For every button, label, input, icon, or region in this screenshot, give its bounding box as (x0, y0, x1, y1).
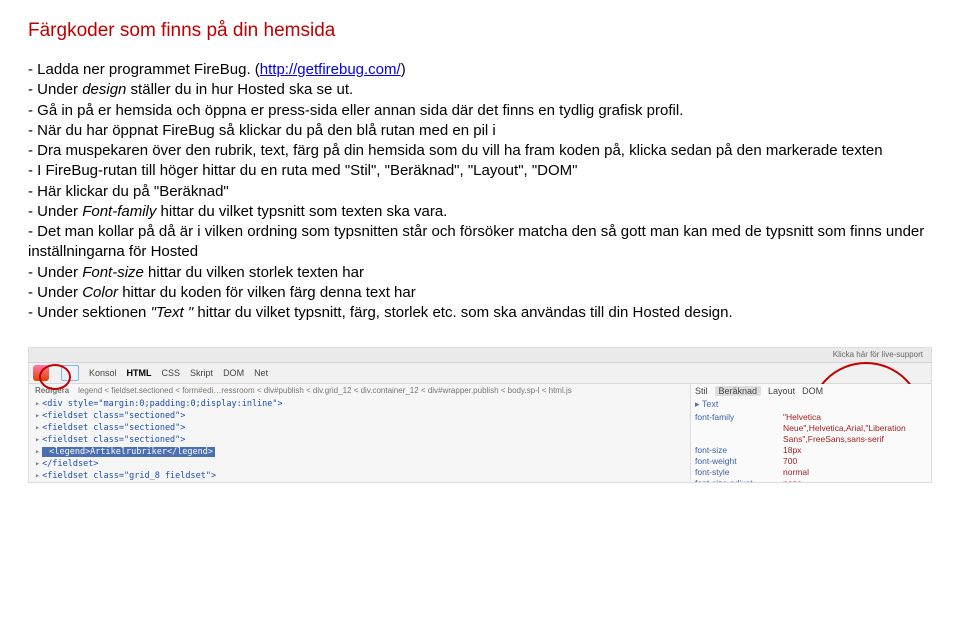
line-8a: - Under (28, 203, 82, 220)
rtab-beraknad[interactable]: Beräknad (715, 386, 762, 396)
line-10a: - Under (28, 264, 82, 281)
style-panel-tabs: Stil Beräknad Layout DOM (695, 386, 927, 396)
rtab-layout[interactable]: Layout (768, 386, 795, 396)
line-9: - Det man kollar på då är i vilken ordni… (28, 223, 924, 260)
tab-net[interactable]: Net (254, 368, 268, 378)
line-12-italic: "Text " (151, 304, 194, 321)
tab-html[interactable]: HTML (127, 368, 152, 378)
css-property-value: 18px (783, 445, 927, 456)
css-property-row: font-size-adjustnone (695, 478, 927, 483)
line-11b: hittar du koden för vilken färg denna te… (118, 284, 416, 301)
code-line[interactable]: ▸<fieldset class="sectioned"> (35, 434, 684, 446)
css-property-name: font-size-adjust (695, 478, 783, 483)
firebug-screenshot: Klicka här för live-support Konsol HTML … (28, 347, 932, 483)
tab-skript[interactable]: Skript (190, 368, 213, 378)
rtab-dom[interactable]: DOM (802, 386, 823, 396)
line-10b: hittar du vilken storlek texten har (144, 264, 364, 281)
css-property-value: normal (783, 467, 927, 478)
css-property-value: none (783, 478, 927, 483)
style-panel: Stil Beräknad Layout DOM ▸ Text font-fam… (690, 384, 931, 483)
code-line[interactable]: ▸<div style="margin:0;padding:0;display:… (35, 398, 684, 410)
line-10-italic: Font-size (82, 264, 144, 281)
code-line[interactable]: ▸<fieldset class="sectioned"> (35, 422, 684, 434)
css-property-value: 700 (783, 456, 927, 467)
section-text-header: Text (702, 399, 719, 409)
code-line[interactable]: ▸</fieldset> (35, 458, 684, 470)
line-12b: hittar du vilket typsnitt, färg, storlek… (193, 304, 732, 321)
firebug-link[interactable]: http://getfirebug.com/ (260, 61, 401, 78)
firebug-icon[interactable] (33, 365, 49, 381)
line-8-italic: Font-family (82, 203, 156, 220)
html-panel: Redigera legend < fieldset.sectioned < f… (29, 384, 690, 483)
line-12a: - Under sektionen (28, 304, 151, 321)
line-11a: - Under (28, 284, 82, 301)
line-1b: ) (401, 61, 406, 78)
css-property-row: font-size18px (695, 445, 927, 456)
code-lines: ▸<div style="margin:0;padding:0;display:… (35, 398, 684, 483)
line-1a: - Ladda ner programmet FireBug. ( (28, 61, 260, 78)
property-list: font-family"Helvetica Neue",Helvetica,Ar… (695, 412, 927, 483)
line-7: - Här klickar du på "Beräknad" (28, 183, 229, 200)
line-2-italic: design (82, 81, 126, 98)
css-property-row: font-stylenormal (695, 467, 927, 478)
instructions-body: - Ladda ner programmet FireBug. (http://… (28, 60, 932, 323)
line-6: - I FireBug-rutan till höger hittar du e… (28, 162, 578, 179)
line-11-italic: Color (82, 284, 118, 301)
tab-dom[interactable]: DOM (223, 368, 244, 378)
line-4: - När du har öppnat FireBug så klickar d… (28, 122, 496, 139)
firebug-toolbar: Konsol HTML CSS Skript DOM Net (29, 363, 931, 384)
page-title: Färgkoder som finns på din hemsida (28, 20, 932, 42)
css-property-value: "Helvetica Neue",Helvetica,Arial,"Libera… (783, 412, 927, 445)
css-property-name: font-weight (695, 456, 783, 467)
line-2a: - Under (28, 81, 82, 98)
css-property-name: font-size (695, 445, 783, 456)
inspect-button[interactable] (61, 365, 79, 381)
code-line[interactable]: ▸<fieldset class="sectioned"> (35, 410, 684, 422)
code-line[interactable]: ▸<fieldset class="grid_8 fieldset"> (35, 470, 684, 482)
breadcrumb: legend < fieldset.sectioned < form#edi…r… (78, 386, 572, 395)
code-line[interactable]: ▸<fieldset class="sectioned"> (35, 482, 684, 483)
rtab-stil[interactable]: Stil (695, 386, 708, 396)
code-line[interactable]: ▸ <legend>Artikelrubriker</legend> (35, 446, 684, 458)
tab-konsol[interactable]: Konsol (89, 368, 117, 378)
line-2b: ställer du in hur Hosted ska se ut. (126, 81, 353, 98)
live-support-note: Klicka här för live-support (29, 348, 931, 363)
line-5: - Dra muspekaren över den rubrik, text, … (28, 142, 883, 159)
firebug-tab-row: Konsol HTML CSS Skript DOM Net (89, 368, 268, 378)
css-property-row: font-weight700 (695, 456, 927, 467)
css-property-name: font-family (695, 412, 783, 445)
line-8b: hittar du vilket typsnitt som texten ska… (156, 203, 447, 220)
tab-css[interactable]: CSS (162, 368, 181, 378)
edit-button[interactable]: Redigera (35, 386, 69, 395)
css-property-name: font-style (695, 467, 783, 478)
line-3: - Gå in på er hemsida och öppna er press… (28, 102, 683, 119)
css-property-row: font-family"Helvetica Neue",Helvetica,Ar… (695, 412, 927, 445)
